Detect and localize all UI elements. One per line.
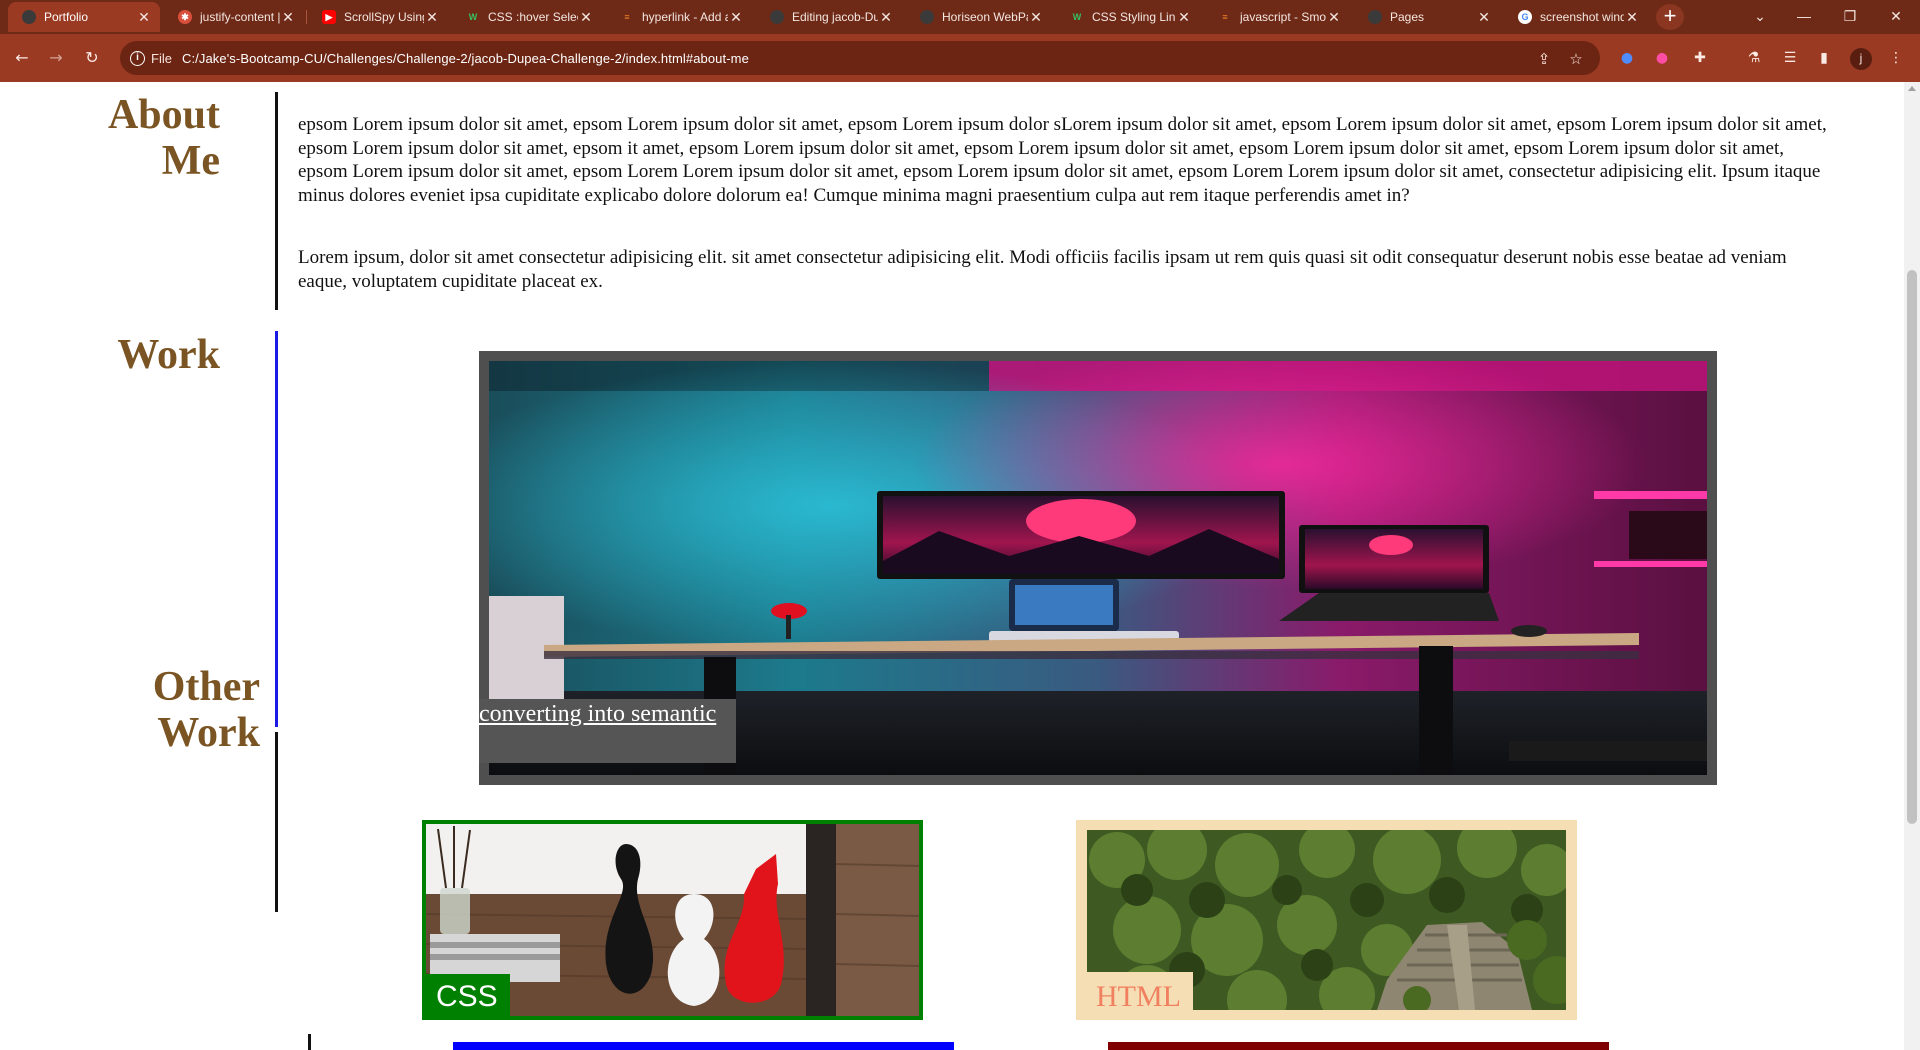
tab-title: hyperlink - Add a <box>642 10 728 24</box>
tab-css-styling-links[interactable]: W CSS Styling Links ✕ <box>1056 2 1200 32</box>
tab-title: Pages <box>1390 10 1425 24</box>
other-work-heading-line1: Other <box>152 664 260 710</box>
maroon-project-card[interactable] <box>1108 1042 1609 1050</box>
tab-justify-content[interactable]: ✱ justify-content | C ✕ <box>164 2 304 32</box>
info-icon[interactable]: i <box>130 50 145 66</box>
tab-title: ScrollSpy Using B <box>344 10 424 24</box>
css-card-label: CSS <box>422 974 510 1020</box>
tab-search-icon[interactable]: ⌄ <box>1740 4 1780 28</box>
tab-title: justify-content | C <box>200 10 280 24</box>
tab-css-hover[interactable]: W CSS :hover Selec ✕ <box>452 2 602 32</box>
about-me-heading: About Me <box>60 92 220 184</box>
css-project-card[interactable]: CSS <box>422 820 923 1020</box>
tab-horiseon[interactable]: Horiseon WebPa ✕ <box>906 2 1052 32</box>
profile-avatar[interactable]: j <box>1850 48 1872 70</box>
scroll-up-arrow-icon[interactable] <box>1908 86 1916 91</box>
restore-button[interactable]: ❐ <box>1830 4 1870 28</box>
close-icon[interactable]: ✕ <box>136 9 152 26</box>
side-panel-icon[interactable]: ▮ <box>1814 48 1834 68</box>
about-heading-line2: Me <box>161 138 220 184</box>
back-button[interactable]: ← <box>10 46 34 70</box>
scrollbar-thumb[interactable] <box>1907 270 1917 824</box>
tab-title: CSS Styling Links <box>1092 10 1176 24</box>
extension-icon[interactable]: ● <box>1617 48 1637 68</box>
tab-title: Portfolio <box>44 10 89 24</box>
github-icon <box>770 10 784 24</box>
reload-button[interactable]: ↻ <box>80 46 104 70</box>
close-icon[interactable]: ✕ <box>1624 9 1640 26</box>
tab-title: Horiseon WebPa <box>942 10 1028 24</box>
next-section-divider <box>308 1034 311 1050</box>
close-icon[interactable]: ✕ <box>1176 9 1192 26</box>
about-heading-line1: About <box>107 92 220 138</box>
puzzle-extensions-icon[interactable]: ✚ <box>1690 48 1710 68</box>
close-icon[interactable]: ✕ <box>728 9 744 26</box>
url-scheme: File <box>151 50 172 66</box>
other-work-heading: Other Work <box>100 664 260 756</box>
address-bar[interactable]: i File C:/Jake's-Bootcamp-CU/Challenges/… <box>120 41 1600 75</box>
close-icon[interactable]: ✕ <box>878 9 894 26</box>
github-icon <box>1368 10 1382 24</box>
tab-title: Editing jacob-Du <box>792 10 878 24</box>
close-icon[interactable]: ✕ <box>578 9 594 26</box>
tab-hyperlink[interactable]: ≡ hyperlink - Add a ✕ <box>606 2 752 32</box>
reading-list-icon[interactable]: ☰ <box>1780 48 1800 68</box>
tab-editing[interactable]: Editing jacob-Du ✕ <box>756 2 902 32</box>
page-viewport: About Me epsom Lorem ipsum dolor sit ame… <box>0 82 1904 1050</box>
html-project-card[interactable]: HTML <box>1076 820 1577 1020</box>
work-caption-link[interactable]: converting into semantic <box>479 699 736 729</box>
close-icon[interactable]: ✕ <box>1476 9 1492 26</box>
google-icon: G <box>1518 10 1532 24</box>
tab-portfolio[interactable]: Portfolio ✕ <box>8 2 160 32</box>
extension-icon[interactable]: ● <box>1652 48 1672 68</box>
tab-separator <box>306 10 307 24</box>
stackoverflow-icon: ≡ <box>1222 12 1228 22</box>
work-divider <box>275 331 278 727</box>
w3schools-icon: W <box>1072 12 1082 22</box>
close-window-button[interactable]: ✕ <box>1876 4 1916 28</box>
bookmark-star-icon[interactable]: ☆ <box>1566 49 1586 69</box>
youtube-icon: ▶ <box>322 10 336 24</box>
browser-toolbar: ← → ↻ i File C:/Jake's-Bootcamp-CU/Chall… <box>0 34 1920 82</box>
about-paragraph-2: Lorem ipsum, dolor sit amet consectetur … <box>298 247 1787 292</box>
github-icon <box>920 10 934 24</box>
other-work-divider <box>275 732 278 912</box>
about-paragraph-1: epsom Lorem ipsum dolor sit amet, epsom … <box>298 114 1827 206</box>
tab-title: CSS :hover Selec <box>488 10 578 24</box>
work-project-card[interactable]: converting into semantic <box>479 351 1717 785</box>
vertical-scrollbar[interactable] <box>1904 82 1920 1050</box>
labs-flask-icon[interactable]: ⚗ <box>1744 48 1764 68</box>
close-icon[interactable]: ✕ <box>1028 9 1044 26</box>
work-heading: Work <box>117 332 220 378</box>
tab-screenshot[interactable]: G screenshot wind ✕ <box>1504 2 1648 32</box>
menu-kebab-icon[interactable]: ⋮ <box>1886 48 1906 68</box>
tab-scrollspy[interactable]: ▶ ScrollSpy Using B ✕ <box>308 2 448 32</box>
forward-button[interactable]: → <box>44 46 68 70</box>
w3schools-icon: W <box>468 12 478 22</box>
asterisk-icon: ✱ <box>178 10 192 24</box>
work-caption-box: converting into semantic <box>479 699 736 763</box>
minimize-button[interactable]: — <box>1784 4 1824 28</box>
about-divider <box>275 92 278 310</box>
other-work-heading-line2: Work <box>157 710 260 756</box>
new-tab-button[interactable]: + <box>1656 4 1684 30</box>
github-icon <box>22 10 36 24</box>
close-icon[interactable]: ✕ <box>280 9 296 26</box>
tab-javascript[interactable]: ≡ javascript - Smo ✕ <box>1204 2 1350 32</box>
share-icon[interactable]: ⇪ <box>1534 49 1554 69</box>
tab-title: javascript - Smo <box>1240 10 1326 24</box>
stackoverflow-icon: ≡ <box>624 12 630 22</box>
url-text[interactable]: C:/Jake's-Bootcamp-CU/Challenges/Challen… <box>182 51 749 66</box>
close-icon[interactable]: ✕ <box>1326 9 1342 26</box>
tab-pages[interactable]: Pages ✕ <box>1354 2 1500 32</box>
tab-title: screenshot wind <box>1540 10 1624 24</box>
html-card-label: HTML <box>1076 972 1193 1020</box>
blue-project-card[interactable] <box>453 1042 954 1050</box>
close-icon[interactable]: ✕ <box>424 9 440 26</box>
tab-strip: Portfolio ✕ ✱ justify-content | C ✕ ▶ Sc… <box>0 0 1920 34</box>
